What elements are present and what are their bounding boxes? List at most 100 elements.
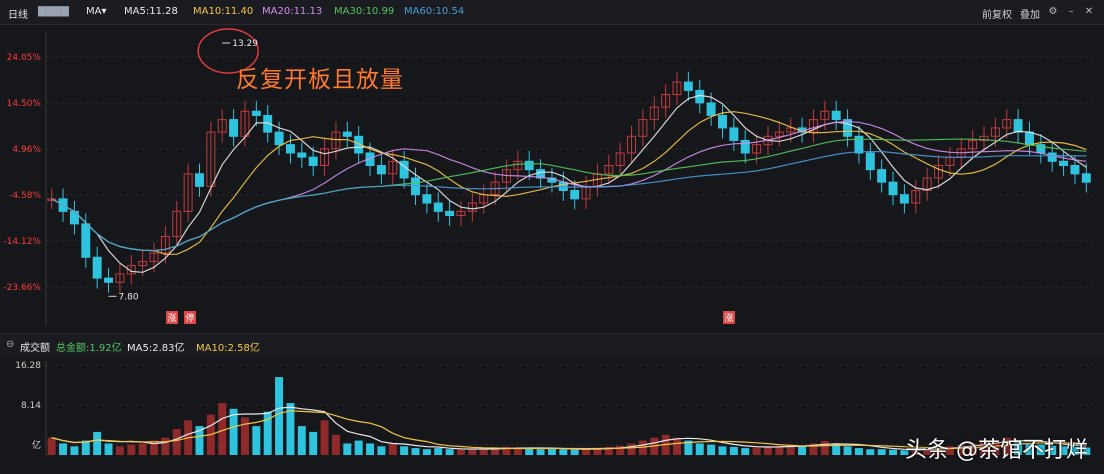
volume-bar [411, 448, 420, 455]
volume-bar [218, 403, 227, 455]
volume-bar [252, 426, 261, 455]
volume-bar [172, 429, 181, 455]
volume-bar [70, 446, 79, 455]
ma-selector[interactable]: MA▾ [86, 6, 107, 17]
volume-bar [138, 443, 147, 455]
volume-bar [354, 440, 363, 455]
candle-body [251, 110, 261, 116]
candle-body [342, 131, 352, 137]
low-marker-label: 7.80 [119, 292, 139, 302]
volume-bar [798, 446, 807, 455]
close-icon[interactable]: ✕ [1084, 6, 1094, 21]
volume-ma10: MA10:2.58亿 [196, 343, 260, 354]
volume-bar [59, 443, 68, 455]
ma60-label: MA60:10.54 [404, 6, 465, 17]
candle-body [422, 194, 432, 204]
candle-body [308, 156, 318, 166]
candle-body [718, 114, 727, 129]
candle-body [104, 277, 114, 283]
volume-bar [741, 448, 750, 455]
volume-bar [457, 449, 465, 455]
overlay-button[interactable]: 叠加 [1020, 6, 1040, 21]
vol-tick-label: 16.28 [15, 361, 41, 371]
minimize-icon[interactable]: – [1066, 6, 1076, 21]
candle-body [195, 173, 204, 187]
chart-header: 日线 ▇▇▇▇ MA▾ MA5:11.28 MA10:11.40 MA20:11… [0, 0, 1104, 25]
volume-bar [93, 431, 102, 455]
volume-bar [104, 443, 113, 455]
candle-body [706, 102, 716, 116]
volume-bar [673, 437, 681, 455]
candle-body [81, 223, 91, 258]
watermark: 头条 @茶馆不打烊 [905, 438, 1088, 463]
volume-bar [763, 446, 772, 455]
ma30-label: MA30:10.99 [334, 6, 395, 17]
volume-bar [434, 448, 443, 455]
candle-body [285, 144, 295, 154]
candle-body [524, 160, 534, 171]
volume-bar [627, 443, 636, 455]
candle-body [877, 169, 887, 183]
volume-bar [866, 449, 875, 455]
candle-body [570, 190, 580, 200]
volume-bar [695, 443, 704, 455]
volume-bar [707, 444, 716, 455]
candle-body [865, 152, 875, 171]
candle-body [297, 152, 307, 158]
volume-ma5: MA5:2.83亿 [127, 343, 185, 354]
candle-body [1024, 131, 1034, 146]
y-tick-label: -23.66% [3, 283, 41, 293]
y-tick-label: 14.50% [7, 99, 42, 109]
volume-bar [889, 449, 898, 455]
volume-bar [536, 449, 545, 455]
annotation-text: 反复开板且放量 [236, 67, 404, 93]
period-label[interactable]: 日线 [8, 6, 28, 21]
candle-body [92, 256, 102, 279]
volume-bar [297, 426, 306, 455]
volume-bar [877, 449, 886, 455]
volume-bar [547, 448, 556, 455]
y-tick-label: -14.12% [3, 237, 41, 247]
candle-body [411, 177, 420, 196]
event-flag-label: 停 [185, 312, 194, 324]
candle-body [1013, 119, 1023, 133]
y-tick-label: 24.05% [7, 53, 42, 63]
ma10-label: MA10:11.40 [193, 6, 254, 17]
volume-bar [320, 420, 329, 455]
candle-body [729, 127, 739, 141]
candle-body [1047, 152, 1057, 162]
candle-body [831, 110, 841, 121]
candle-body [376, 164, 386, 175]
volume-bar [309, 431, 318, 455]
candle-body [69, 210, 79, 225]
gear-icon[interactable]: ⚙ [1048, 6, 1058, 21]
volume-bar [366, 443, 375, 455]
volume-bar [570, 449, 579, 455]
candle-body [740, 139, 750, 154]
stock-name: ▇▇▇▇ [38, 6, 69, 17]
candle-body [229, 119, 239, 137]
event-flag-label: 涨 [167, 313, 176, 324]
volume-bar [422, 449, 431, 455]
volume-bar [843, 446, 852, 455]
ma20-label: MA20:11.13 [262, 6, 323, 17]
candlestick-chart[interactable]: 24.05% 14.50% 4.96% -4.58% -14.12% -23.66% 13.… [0, 24, 1104, 333]
candle-body [888, 181, 898, 196]
volume-bar [582, 449, 591, 455]
candle-body [274, 131, 284, 146]
volume-bar [127, 444, 136, 455]
volume-bar [331, 434, 340, 455]
vol-tick-label: 8.14 [21, 401, 41, 411]
volume-bar [400, 446, 409, 455]
ma5-label: MA5:11.28 [124, 6, 178, 17]
candle-body [683, 81, 693, 91]
candle-body [1081, 173, 1091, 183]
volume-bar [275, 377, 284, 455]
adjust-button[interactable]: 前复权 [982, 6, 1012, 21]
candle-body [433, 202, 443, 212]
collapse-icon[interactable]: ⊖ [6, 339, 14, 350]
candle-body [1070, 164, 1080, 175]
volume-bar [81, 440, 90, 455]
volume-bar [388, 443, 397, 455]
volume-title: 成交额 [20, 343, 50, 354]
